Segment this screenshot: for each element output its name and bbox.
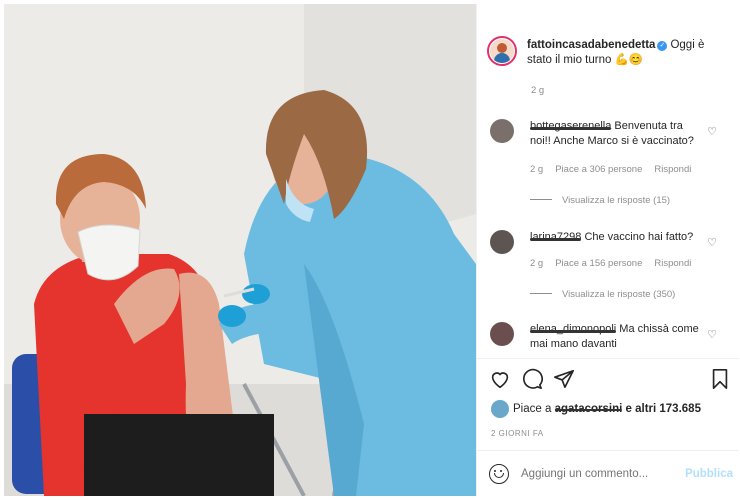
avatar-image (490, 39, 514, 63)
comment-body: elena_dimonopoli Ma chissà come mai mano… (530, 322, 705, 352)
add-comment-bar: Pubblica (489, 461, 733, 487)
comment-time[interactable]: 2 g (530, 164, 543, 175)
comment-time[interactable]: 2 g (530, 258, 543, 269)
comment-likes[interactable]: Piace a 306 persone (555, 164, 642, 175)
liker-avatar[interactable] (491, 400, 509, 418)
comment-body: larina7298 Che vaccino hai fatto? (530, 230, 705, 245)
author-username[interactable]: fattoincasadabenedetta (527, 39, 655, 51)
divider (477, 450, 739, 451)
post-actions (489, 368, 729, 390)
post-caption: fattoincasadabenedetta ✓ Oggi è stato il m… (487, 36, 727, 68)
comment-username[interactable]: elena_dimonopoli (530, 323, 617, 335)
likes-count[interactable]: e altri 173.685 (626, 403, 701, 415)
post-side-panel: fattoincasadabenedetta ✓ Oggi è stato il m… (476, 4, 739, 496)
post-date[interactable]: 2 GIORNI FA (491, 429, 544, 438)
comment-likes[interactable]: Piace a 156 persone (555, 258, 642, 269)
heart-icon[interactable] (489, 368, 511, 390)
commenter-avatar[interactable] (490, 230, 514, 254)
caption-time[interactable]: 2 g (531, 85, 544, 96)
comment-input[interactable] (521, 468, 671, 480)
comment-username[interactable]: bottegaserenella (530, 120, 612, 132)
caption-emojis: 💪😊 (614, 54, 644, 66)
verified-icon: ✓ (657, 41, 668, 51)
likes-summary: Piace a agatacorsini e altri 173.685 (491, 400, 701, 418)
emoji-icon[interactable] (489, 464, 509, 484)
reply-button[interactable]: Rispondi (654, 164, 691, 175)
caption-text: fattoincasadabenedetta ✓ Oggi è stato il m… (527, 38, 727, 68)
vaccination-photo (4, 4, 476, 496)
comment-like-icon[interactable]: ♡ (707, 328, 717, 341)
share-icon[interactable] (553, 368, 575, 390)
author-avatar[interactable] (487, 36, 517, 66)
comment-icon[interactable] (521, 368, 543, 390)
comment-like-icon[interactable]: ♡ (707, 125, 717, 138)
view-replies-button[interactable]: Visualizza le risposte (350) (530, 289, 675, 300)
likes-prefix: Piace a (513, 403, 552, 415)
comment-meta: 2 g Piace a 306 persone Rispondi (530, 164, 703, 175)
commenter-avatar[interactable] (490, 119, 514, 143)
publish-button[interactable]: Pubblica (685, 468, 733, 480)
post-photo[interactable] (4, 4, 476, 496)
replies-line (530, 199, 552, 200)
comment-like-icon[interactable]: ♡ (707, 236, 717, 249)
replies-line (530, 293, 552, 294)
bookmark-icon[interactable] (709, 368, 731, 390)
view-replies-button[interactable]: Visualizza le risposte (15) (530, 195, 670, 206)
comment-body: bottegaserenella Benvenuta tra noi!! Anc… (530, 119, 705, 149)
comment-text: Che vaccino hai fatto? (584, 231, 694, 243)
comment-meta: 2 g Piace a 156 persone Rispondi (530, 258, 703, 269)
comment-username[interactable]: larina7298 (530, 231, 582, 243)
commenter-avatar[interactable] (490, 322, 514, 346)
reply-button[interactable]: Rispondi (654, 258, 691, 269)
liker-username[interactable]: agatacorsini (554, 403, 623, 415)
divider (477, 358, 739, 359)
